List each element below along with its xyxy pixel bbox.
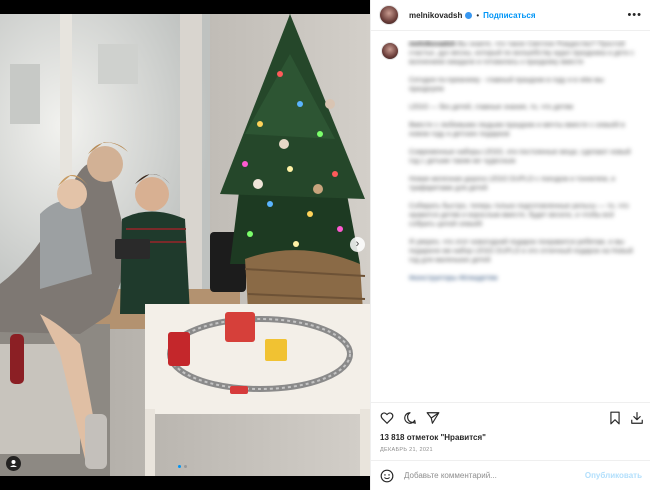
comment-icon[interactable] [403,411,417,425]
likes-count[interactable]: 13 818 отметок "Нравится" [380,433,486,442]
caption-paragraph: Сегодня по-прежнему - главный праздник в… [409,77,604,93]
bookmark-icon[interactable] [608,411,622,425]
caption-paragraph: Новая железная дорога LEGO DUPLO с поезд… [409,176,616,192]
carousel-indicator [178,465,187,468]
post-photo[interactable] [0,14,370,476]
caption-paragraph: Собирать быстро, теперь только подготовл… [409,203,629,228]
caption-text: melnikovadsh Вы знаете, что такое Светло… [409,40,637,292]
user-tag-icon[interactable] [6,456,21,471]
download-icon[interactable] [630,411,644,425]
next-slide-button[interactable]: › [350,237,365,252]
caption-paragraph: Вместе с любимыми людьми праздник и мечт… [409,122,625,138]
emoji-icon[interactable] [380,469,394,483]
avatar[interactable] [379,5,399,25]
photo-illustration [0,14,370,476]
caption-avatar[interactable] [381,42,399,60]
action-bar [371,402,650,429]
post-header: melnikovadsh • Подписаться ••• [371,0,650,31]
caption-hashtags[interactable]: #конструкторы #ёлкадетям [409,274,637,283]
verified-badge-icon [465,11,473,19]
more-options-icon[interactable]: ••• [627,9,642,21]
post-caption: melnikovadsh Вы знаете, что такое Светло… [379,40,641,390]
post-sidebar: melnikovadsh • Подписаться ••• melnikova… [370,0,650,490]
caption-username[interactable]: melnikovadsh [409,41,456,48]
comment-bar: Опубликовать [371,460,650,490]
post-date[interactable]: ДЕКАБРЬ 21, 2021 [380,447,433,453]
comment-input[interactable] [402,470,585,481]
user-tag-glyph [10,460,17,467]
publish-button[interactable]: Опубликовать [585,471,642,480]
caption-paragraph: LEGO — без детей, главные знания, то, чт… [409,104,574,111]
carousel-dot-active [178,465,181,468]
share-icon[interactable] [426,411,440,425]
caption-paragraph: melnikovadsh Вы знаете, что такое Светло… [409,40,637,67]
carousel-dot [184,465,187,468]
heart-icon[interactable] [380,411,394,425]
separator: • [476,10,480,20]
username[interactable]: melnikovadsh [409,11,462,20]
post-media[interactable]: › [0,0,370,490]
caption-paragraph: Современные наборы LEGO, эти постоянные … [409,149,631,165]
follow-button[interactable]: Подписаться [483,11,535,20]
caption-paragraph: Я уверен, что этот новогодний подарок по… [409,239,633,264]
